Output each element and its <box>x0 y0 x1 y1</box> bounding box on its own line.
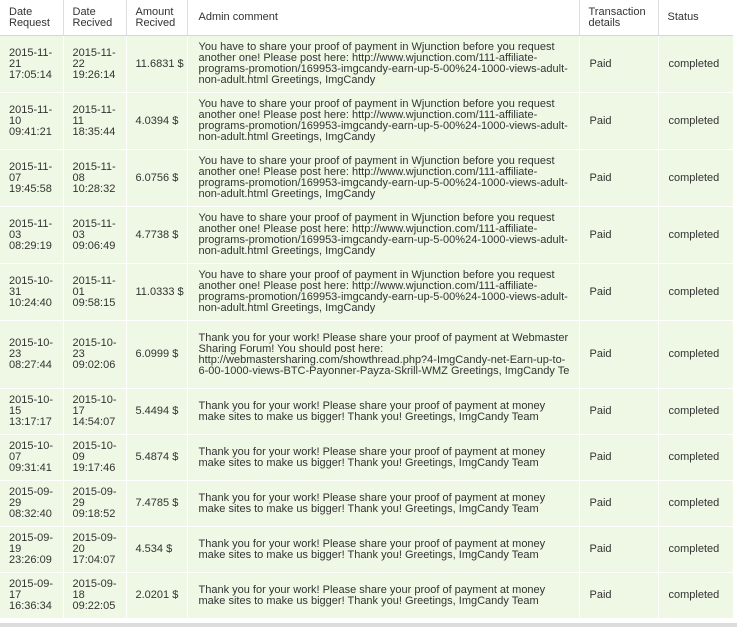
header-admin-comment: Admin comment <box>187 0 580 36</box>
cell-date-received: 2015-11-22 19:26:14 <box>63 35 127 93</box>
cell-date-request: 2015-11-07 19:45:58 <box>0 149 64 207</box>
cell-transaction-details: Paid <box>579 35 659 93</box>
header-date-received: Date Recived <box>63 0 127 36</box>
cell-status: completed <box>658 149 733 207</box>
cell-date-request: 2015-11-21 17:05:14 <box>0 35 64 93</box>
table-row: 2015-10-31 10:24:40 2015-11-01 09:58:15 … <box>0 263 733 321</box>
table-row: 2015-11-07 19:45:58 2015-11-08 10:28:32 … <box>0 149 733 207</box>
cell-admin-comment: Thank you for your work! Please share yo… <box>187 434 580 481</box>
cell-admin-comment: Thank you for your work! Please share yo… <box>187 572 580 619</box>
cell-transaction-details: Paid <box>579 526 659 573</box>
cell-date-request: 2015-10-31 10:24:40 <box>0 263 64 321</box>
cell-transaction-details: Paid <box>579 480 659 527</box>
cell-amount: 7.4785 $ <box>126 480 188 527</box>
header-date-request: Date Request <box>0 0 64 36</box>
payments-table: Date Request Date Recived Amount Recived… <box>0 0 733 619</box>
cell-amount: 4.0394 $ <box>126 92 188 150</box>
cell-status: completed <box>658 480 733 527</box>
cell-admin-comment: You have to share your proof of payment … <box>187 92 580 150</box>
table-header: Date Request Date Recived Amount Recived… <box>0 0 733 36</box>
cell-status: completed <box>658 320 733 389</box>
table-row: 2015-10-07 09:31:41 2015-10-09 19:17:46 … <box>0 434 733 481</box>
cell-transaction-details: Paid <box>579 149 659 207</box>
cell-amount: 5.4494 $ <box>126 388 188 435</box>
cell-date-request: 2015-11-10 09:41:21 <box>0 92 64 150</box>
cell-amount: 5.4874 $ <box>126 434 188 481</box>
cell-date-received: 2015-10-09 19:17:46 <box>63 434 127 481</box>
table-row: 2015-11-03 08:29:19 2015-11-03 09:06:49 … <box>0 206 733 264</box>
cell-amount: 2.0201 $ <box>126 572 188 619</box>
table-row: 2015-09-29 08:32:40 2015-09-29 09:18:52 … <box>0 480 733 527</box>
cell-amount: 11.6831 $ <box>126 35 188 93</box>
cell-date-received: 2015-11-11 18:35:44 <box>63 92 127 150</box>
cell-date-received: 2015-11-01 09:58:15 <box>63 263 127 321</box>
cell-admin-comment: Thank you for your work! Please share yo… <box>187 388 580 435</box>
cell-date-request: 2015-09-19 23:26:09 <box>0 526 64 573</box>
cell-amount: 4.534 $ <box>126 526 188 573</box>
header-status: Status <box>658 0 733 36</box>
cell-admin-comment: You have to share your proof of payment … <box>187 263 580 321</box>
table-row: 2015-10-15 13:17:17 2015-10-17 14:54:07 … <box>0 388 733 435</box>
cell-date-received: 2015-10-17 14:54:07 <box>63 388 127 435</box>
payments-page: Date Request Date Recived Amount Recived… <box>0 0 737 627</box>
cell-date-received: 2015-09-29 09:18:52 <box>63 480 127 527</box>
table-body: 2015-11-21 17:05:14 2015-11-22 19:26:14 … <box>0 35 733 619</box>
cell-status: completed <box>658 35 733 93</box>
cell-date-request: 2015-10-07 09:31:41 <box>0 434 64 481</box>
cell-transaction-details: Paid <box>579 263 659 321</box>
cell-transaction-details: Paid <box>579 206 659 264</box>
cell-admin-comment: You have to share your proof of payment … <box>187 149 580 207</box>
cell-date-received: 2015-10-23 09:02:06 <box>63 320 127 389</box>
table-row: 2015-09-17 16:36:34 2015-09-18 09:22:05 … <box>0 572 733 619</box>
cell-admin-comment: You have to share your proof of payment … <box>187 206 580 264</box>
page-bottom-border <box>0 623 737 627</box>
header-transaction-details: Transaction details <box>579 0 659 36</box>
cell-transaction-details: Paid <box>579 434 659 481</box>
table-row: 2015-11-10 09:41:21 2015-11-11 18:35:44 … <box>0 92 733 150</box>
cell-date-request: 2015-10-23 08:27:44 <box>0 320 64 389</box>
cell-status: completed <box>658 526 733 573</box>
cell-status: completed <box>658 263 733 321</box>
cell-date-received: 2015-11-08 10:28:32 <box>63 149 127 207</box>
cell-amount: 6.0756 $ <box>126 149 188 207</box>
cell-amount: 11.0333 $ <box>126 263 188 321</box>
cell-admin-comment: Thank you for your work! Please share yo… <box>187 480 580 527</box>
cell-date-received: 2015-09-20 17:04:07 <box>63 526 127 573</box>
cell-admin-comment: You have to share your proof of payment … <box>187 35 580 93</box>
cell-date-request: 2015-10-15 13:17:17 <box>0 388 64 435</box>
cell-transaction-details: Paid <box>579 92 659 150</box>
cell-amount: 6.0999 $ <box>126 320 188 389</box>
cell-date-request: 2015-09-29 08:32:40 <box>0 480 64 527</box>
header-amount-received: Amount Recived <box>126 0 188 36</box>
table-row: 2015-11-21 17:05:14 2015-11-22 19:26:14 … <box>0 35 733 93</box>
cell-transaction-details: Paid <box>579 572 659 619</box>
cell-admin-comment: Thank you for your work! Please share yo… <box>187 320 580 389</box>
header-row: Date Request Date Recived Amount Recived… <box>0 0 733 36</box>
cell-date-received: 2015-11-03 09:06:49 <box>63 206 127 264</box>
cell-date-request: 2015-11-03 08:29:19 <box>0 206 64 264</box>
table-row: 2015-10-23 08:27:44 2015-10-23 09:02:06 … <box>0 320 733 389</box>
cell-status: completed <box>658 572 733 619</box>
cell-status: completed <box>658 434 733 481</box>
cell-status: completed <box>658 206 733 264</box>
cell-transaction-details: Paid <box>579 320 659 389</box>
cell-date-request: 2015-09-17 16:36:34 <box>0 572 64 619</box>
cell-date-received: 2015-09-18 09:22:05 <box>63 572 127 619</box>
cell-amount: 4.7738 $ <box>126 206 188 264</box>
cell-status: completed <box>658 388 733 435</box>
cell-admin-comment: Thank you for your work! Please share yo… <box>187 526 580 573</box>
cell-transaction-details: Paid <box>579 388 659 435</box>
cell-status: completed <box>658 92 733 150</box>
table-row: 2015-09-19 23:26:09 2015-09-20 17:04:07 … <box>0 526 733 573</box>
